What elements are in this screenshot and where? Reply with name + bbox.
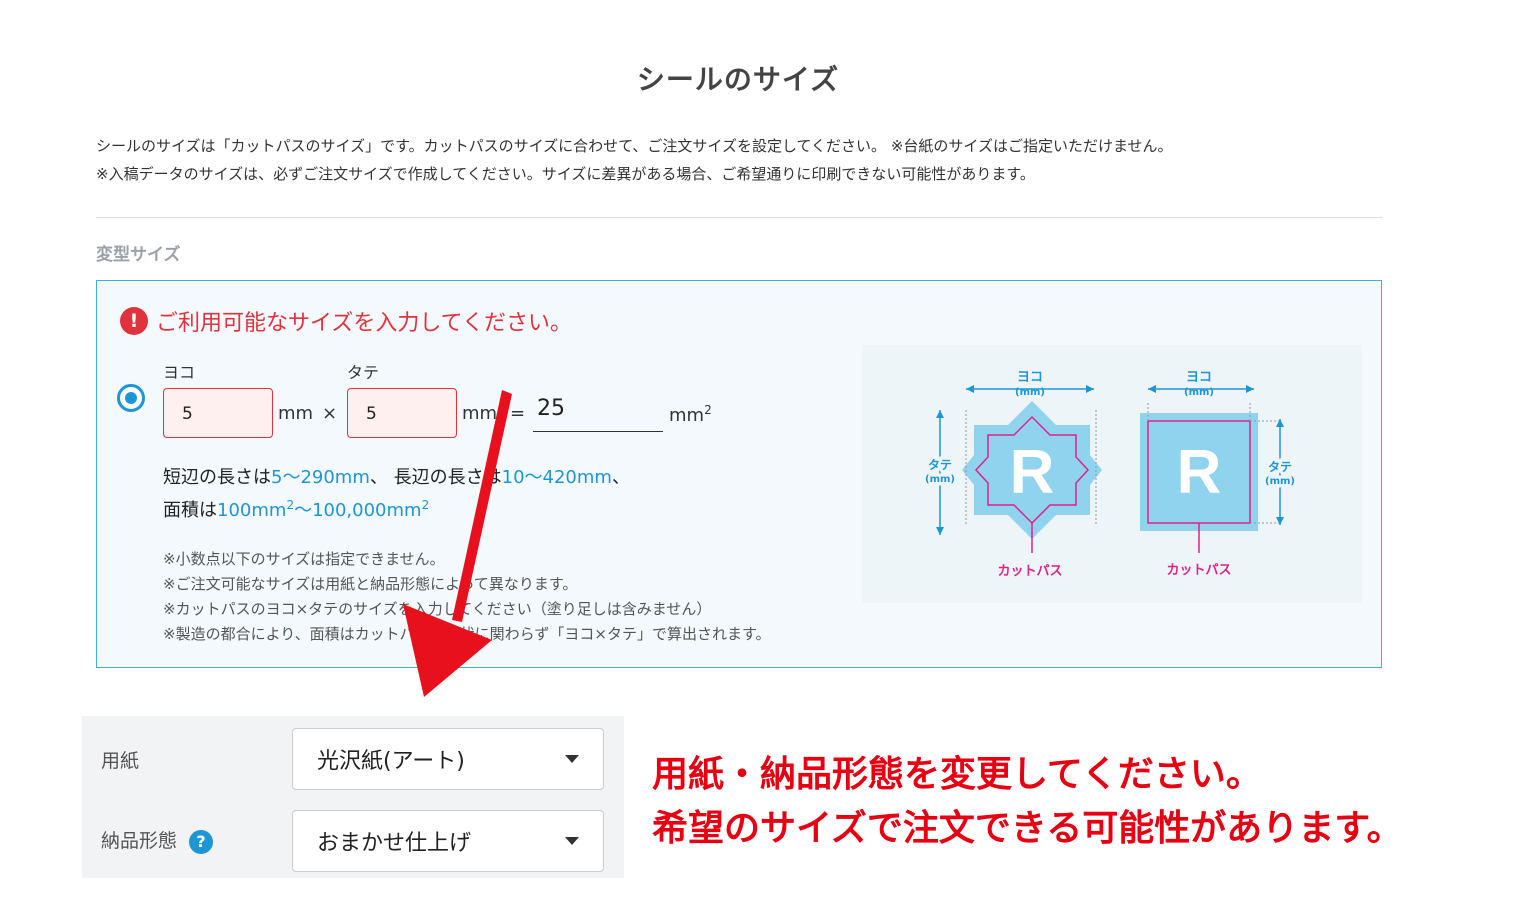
star-yoko-label: ヨコ [1017, 370, 1043, 385]
delivery-label-text: 納品形態 [101, 830, 178, 852]
height-label: タテ [347, 363, 380, 382]
paper-select-value: 光沢紙(アート) [317, 749, 465, 774]
delivery-select[interactable]: おまかせ仕上げ [292, 810, 604, 872]
star-tate-label: タテ [928, 458, 952, 472]
size-warning: ! ご利用可能なサイズを入力してください。 [120, 305, 572, 337]
delivery-select-value: おまかせ仕上げ [317, 831, 472, 856]
equals-sign: = [510, 403, 526, 424]
height-unit: mm [462, 403, 498, 424]
warning-text: ご利用可能なサイズを入力してください。 [156, 311, 573, 336]
note-4: ※製造の都合により、面積はカットパスの形状に関わらず「ヨコ×タテ」で算出されます… [163, 625, 771, 643]
star-sticker-figure: R ヨコ (mm) タテ (mm) カットパス [922, 370, 1102, 579]
square-sticker-figure: R ヨコ (mm) タテ (mm) カットパス [1140, 370, 1298, 578]
callout-text: 用紙・納品形態を変更してください。 希望のサイズで注文できる可能性があります。 [652, 748, 1403, 856]
width-input[interactable]: 5 [163, 388, 273, 438]
paper-select[interactable]: 光沢紙(アート) [292, 728, 604, 790]
square-cutpath-label: カットパス [1166, 563, 1231, 578]
square-letter: R [1177, 438, 1222, 507]
callout-line-2: 希望のサイズで注文できる可能性があります。 [652, 808, 1403, 849]
square-yoko-label: ヨコ [1186, 370, 1212, 385]
section-label: 変型サイズ [96, 245, 181, 265]
square-yoko-unit: (mm) [1184, 387, 1214, 398]
divider [96, 217, 1382, 218]
times-sign: × [322, 403, 338, 424]
square-tate-label: タテ [1268, 460, 1292, 474]
page-title: シールのサイズ [636, 63, 840, 96]
chevron-down-icon [565, 837, 579, 845]
callout-line-1: 用紙・納品形態を変更してください。 [652, 754, 1262, 795]
height-input[interactable]: 5 [347, 388, 457, 438]
description-line-2: ※入稿データのサイズは、必ずご注文サイズで作成してください。サイズに差異がある場… [96, 165, 1035, 183]
custom-size-radio[interactable] [117, 384, 145, 412]
width-unit: mm [278, 403, 314, 424]
size-diagram: R ヨコ (mm) タテ (mm) カットパス R ヨコ (mm) タテ (mm… [862, 345, 1362, 603]
star-cutpath-label: カットパス [997, 564, 1062, 579]
square-tate-unit: (mm) [1265, 476, 1295, 487]
star-tate-unit: (mm) [925, 474, 955, 485]
note-1: ※小数点以下のサイズは指定できません。 [163, 550, 445, 568]
paper-label: 用紙 [101, 750, 140, 772]
area-result: 25 [533, 396, 663, 432]
size-range-line-2: 面積は100mm2〜100,000mm2 [163, 498, 430, 521]
note-3: ※カットパスのヨコ×タテのサイズを入力してください（塗り足しは含みません） [163, 600, 712, 618]
note-2: ※ご注文可能なサイズは用紙と納品形態によって異なります。 [163, 575, 578, 593]
delivery-label: 納品形態? [101, 826, 214, 854]
chevron-down-icon [565, 755, 579, 763]
width-label: ヨコ [163, 363, 196, 382]
description: シールのサイズは「カットパスのサイズ」です。カットパスのサイズに合わせて、ご注文… [96, 132, 1173, 188]
help-icon[interactable]: ? [189, 829, 214, 854]
size-diagram-illustration: R ヨコ (mm) タテ (mm) カットパス R ヨコ (mm) タテ (mm… [922, 370, 1298, 579]
star-letter: R [1010, 438, 1055, 507]
size-range-line-1: 短辺の長さは5〜290mm、 長辺の長さは10〜420mm、 [163, 467, 630, 488]
warning-icon: ! [120, 307, 148, 335]
description-line-1: シールのサイズは「カットパスのサイズ」です。カットパスのサイズに合わせて、ご注文… [96, 137, 1173, 155]
star-yoko-unit: (mm) [1015, 387, 1045, 398]
area-unit: mm2 [669, 403, 712, 426]
